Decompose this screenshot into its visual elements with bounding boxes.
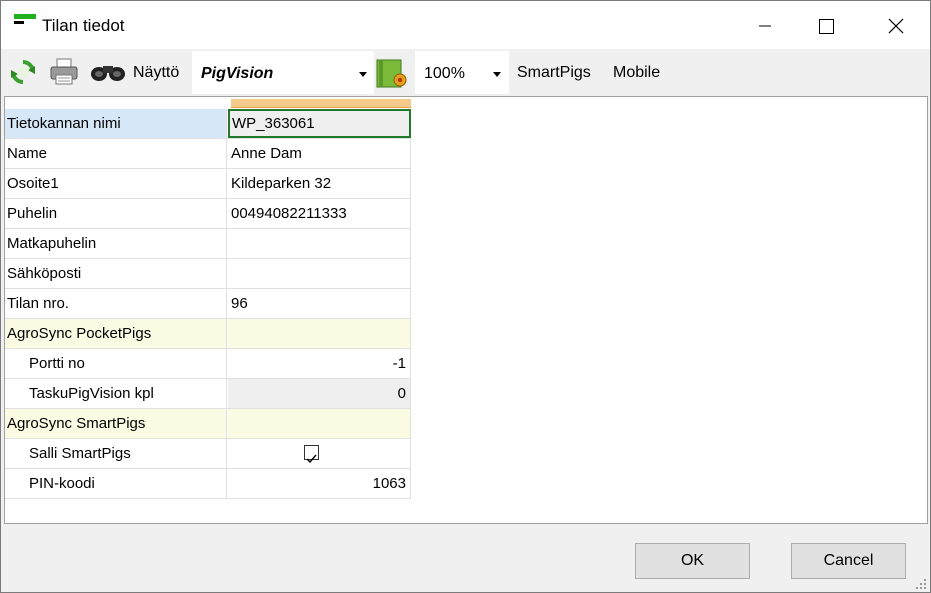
row-value-input[interactable] <box>228 259 411 288</box>
toolbar: Näyttö PigVision 100% SmartPigs Mobile <box>1 49 930 96</box>
row-value-input[interactable]: Anne Dam <box>228 139 411 168</box>
view-select[interactable]: PigVision <box>192 51 374 94</box>
settings-button[interactable] <box>375 58 409 94</box>
app-icon <box>14 14 36 30</box>
grid-row-taskupigvision-kpl[interactable]: TaskuPigVision kpl 0 <box>5 379 411 409</box>
grid-category-pocketpigs[interactable]: AgroSync PocketPigs <box>5 319 411 349</box>
row-label: Matkapuhelin <box>5 229 227 258</box>
row-label: PIN-koodi <box>5 469 227 498</box>
minimize-button[interactable] <box>734 1 796 49</box>
grid-row-tietokannan-nimi[interactable]: Tietokannan nimi WP_363061 <box>5 109 411 139</box>
row-value-checkbox-cell <box>228 439 411 468</box>
mobile-menu[interactable]: Mobile <box>613 64 660 82</box>
grid-row-pin-koodi[interactable]: PIN-koodi 1063 <box>5 469 411 499</box>
grid-row-osoite1[interactable]: Osoite1 Kildeparken 32 <box>5 169 411 199</box>
grid-row-portti-no[interactable]: Portti no -1 <box>5 349 411 379</box>
window-title: Tilan tiedot <box>42 16 125 35</box>
zoom-select[interactable]: 100% <box>415 51 509 94</box>
row-label: TaskuPigVision kpl <box>5 379 227 408</box>
search-button[interactable] <box>89 60 129 88</box>
zoom-select-value: 100% <box>424 65 465 82</box>
category-value <box>228 319 411 348</box>
row-value-readonly: 0 <box>228 379 411 408</box>
close-button[interactable] <box>865 1 927 49</box>
salli-smartpigs-checkbox[interactable] <box>304 445 319 464</box>
row-label: Name <box>5 139 227 168</box>
row-value-input[interactable]: -1 <box>228 349 411 378</box>
row-value-input[interactable]: Kildeparken 32 <box>228 169 411 198</box>
ok-button[interactable]: OK <box>635 543 750 579</box>
category-label: AgroSync PocketPigs <box>5 319 227 348</box>
title-bar: Tilan tiedot <box>1 1 930 49</box>
resize-grip-icon[interactable] <box>915 577 927 589</box>
naytto-label: Näyttö <box>133 64 180 81</box>
refresh-button[interactable] <box>7 56 39 92</box>
refresh-icon <box>11 60 35 84</box>
row-value-input[interactable]: 1063 <box>228 469 411 498</box>
minimize-icon <box>759 25 771 27</box>
grid-row-puhelin[interactable]: Puhelin 00494082211333 <box>5 199 411 229</box>
maximize-icon <box>819 19 834 34</box>
grid-row-sahkoposti[interactable]: Sähköposti <box>5 259 411 289</box>
property-grid-panel: Tietokannan nimi WP_363061 Name Anne Dam… <box>4 96 928 524</box>
row-value-input[interactable]: 00494082211333 <box>228 199 411 228</box>
row-label: Portti no <box>5 349 227 378</box>
print-button[interactable] <box>48 57 80 91</box>
maximize-button[interactable] <box>796 1 858 49</box>
grid-header-strip <box>231 99 411 108</box>
checkmark-icon <box>306 454 317 464</box>
grid-row-tilan-nro[interactable]: Tilan nro. 96 <box>5 289 411 319</box>
property-grid: Tietokannan nimi WP_363061 Name Anne Dam… <box>5 109 411 499</box>
grid-row-name[interactable]: Name Anne Dam <box>5 139 411 169</box>
row-label: Tilan nro. <box>5 289 227 318</box>
row-label: Puhelin <box>5 199 227 228</box>
cancel-button[interactable]: Cancel <box>791 543 906 579</box>
row-value-input[interactable] <box>228 229 411 258</box>
row-value-input[interactable]: WP_363061 <box>228 109 411 138</box>
row-value-input[interactable]: 96 <box>228 289 411 318</box>
category-label: AgroSync SmartPigs <box>5 409 227 438</box>
row-label: Sähköposti <box>5 259 227 288</box>
category-value <box>228 409 411 438</box>
chevron-down-icon <box>359 72 367 77</box>
grid-row-matkapuhelin[interactable]: Matkapuhelin <box>5 229 411 259</box>
smartpigs-menu[interactable]: SmartPigs <box>517 64 591 82</box>
dialog-window: Tilan tiedot Näyttö PigVision 100% Smart… <box>0 0 931 593</box>
printer-icon <box>50 58 78 85</box>
row-label: Salli SmartPigs <box>5 439 227 468</box>
book-gear-icon <box>376 59 407 88</box>
close-icon <box>888 18 904 34</box>
grid-category-smartpigs[interactable]: AgroSync SmartPigs <box>5 409 411 439</box>
binoculars-icon <box>91 66 125 81</box>
grid-row-salli-smartpigs[interactable]: Salli SmartPigs <box>5 439 411 469</box>
row-label: Osoite1 <box>5 169 227 198</box>
view-select-value: PigVision <box>201 65 274 82</box>
chevron-down-icon <box>493 72 501 77</box>
row-label: Tietokannan nimi <box>5 109 227 138</box>
